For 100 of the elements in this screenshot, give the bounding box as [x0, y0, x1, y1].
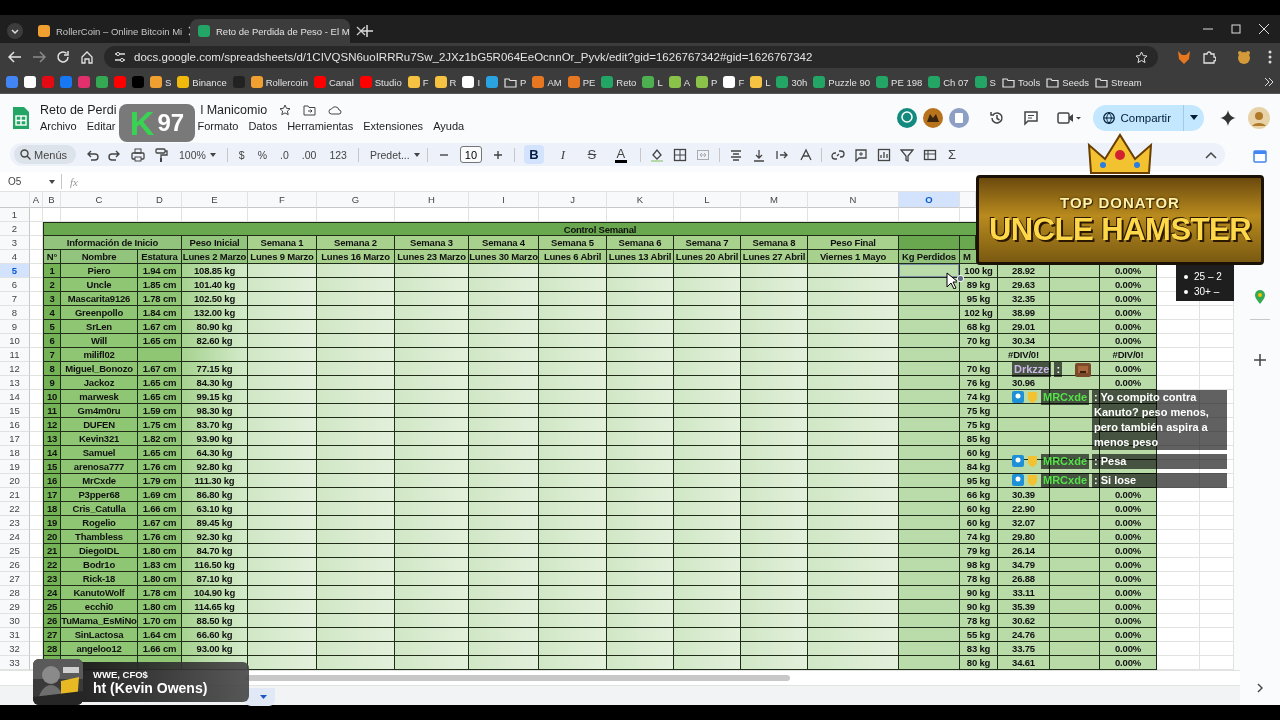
share-button[interactable]: Compartir — [1092, 104, 1204, 131]
map-pin-icon[interactable] — [1254, 289, 1266, 305]
video-camera-icon[interactable] — [1056, 110, 1081, 125]
home-icon[interactable] — [80, 50, 94, 64]
bookmark-link[interactable]: PE 198 — [876, 75, 923, 89]
bookmark-link[interactable]: PE — [567, 75, 596, 89]
text-style-button[interactable]: I — [552, 145, 573, 164]
column-header[interactable]: G — [317, 192, 395, 208]
borders-icon[interactable] — [672, 147, 687, 162]
column-header[interactable]: H — [395, 192, 469, 208]
row-header[interactable]: 18 — [0, 446, 30, 460]
row-header[interactable]: 33 — [0, 656, 30, 670]
bookmark-link[interactable]: I — [462, 75, 481, 89]
favicon-icon[interactable] — [486, 76, 499, 88]
calendar-icon[interactable] — [1253, 149, 1267, 163]
column-header[interactable]: C — [61, 192, 138, 208]
paint-format-icon[interactable] — [154, 147, 168, 162]
row-header[interactable]: 31 — [0, 628, 30, 642]
fox-icon[interactable] — [1176, 49, 1192, 65]
menu-item[interactable]: Ayuda — [433, 120, 465, 132]
folder-icon[interactable] — [303, 104, 317, 116]
row-header[interactable]: 28 — [0, 586, 30, 600]
more-icon[interactable] — [1268, 50, 1272, 64]
row-header[interactable]: 27 — [0, 572, 30, 586]
document-title[interactable]: Reto de Perdi — [40, 103, 117, 117]
column-header[interactable]: F — [248, 192, 317, 208]
row-header[interactable]: 8 — [0, 306, 30, 320]
row-header[interactable]: 6 — [0, 278, 30, 292]
bookmark-link[interactable]: A — [668, 75, 691, 89]
bookmark-link[interactable]: Rollercoin — [250, 75, 308, 89]
column-header[interactable]: N — [808, 192, 899, 208]
row-header[interactable]: 12 — [0, 362, 30, 376]
row-header[interactable]: 3 — [0, 236, 30, 250]
row-header[interactable]: 20 — [0, 474, 30, 488]
favicon-icon[interactable] — [24, 76, 36, 88]
tab-list-icon[interactable] — [6, 21, 24, 41]
row-header[interactable]: 4 — [0, 250, 30, 264]
maximize-icon[interactable] — [1230, 23, 1242, 35]
table-icon[interactable] — [922, 147, 937, 162]
row-header[interactable]: 9 — [0, 320, 30, 334]
vertical-align-icon[interactable] — [751, 147, 766, 162]
row-header[interactable]: 32 — [0, 642, 30, 656]
format-button[interactable]: 123 — [327, 146, 349, 163]
name-box[interactable]: O5 — [0, 174, 62, 189]
plus-icon[interactable] — [1254, 354, 1266, 366]
bookmark-link[interactable]: Ch 07 — [928, 75, 969, 89]
row-header[interactable]: 21 — [0, 488, 30, 502]
row-header[interactable]: 1 — [0, 208, 30, 222]
row-header[interactable]: 19 — [0, 460, 30, 474]
search-field[interactable]: Menús — [14, 145, 76, 164]
menu-item[interactable]: Editar — [86, 120, 116, 132]
menu-item[interactable]: Datos — [248, 120, 278, 132]
bookmark-link[interactable]: L — [750, 75, 771, 89]
bookmark-link[interactable]: 30h — [776, 75, 808, 89]
format-button[interactable]: $ — [236, 146, 247, 163]
align-icon[interactable] — [728, 147, 743, 162]
new-tab-icon[interactable] — [360, 24, 374, 38]
bookmark-link[interactable]: Studio — [359, 75, 402, 89]
column-header[interactable]: D — [138, 192, 182, 208]
zoom-dropdown[interactable]: 100% — [177, 146, 218, 163]
bookmark-link[interactable]: S — [974, 75, 996, 89]
row-header[interactable]: 25 — [0, 544, 30, 558]
row-header[interactable]: 17 — [0, 432, 30, 446]
bookmark-link[interactable]: P — [504, 75, 527, 89]
text-style-button[interactable]: A — [610, 145, 631, 164]
row-header[interactable]: 30 — [0, 614, 30, 628]
text-rotate-icon[interactable] — [797, 147, 812, 162]
bookmark-link[interactable]: R — [434, 75, 457, 89]
bookmark-link[interactable]: Stream — [1095, 75, 1142, 89]
bookmark-link[interactable]: Canal — [313, 75, 354, 89]
column-header[interactable]: O — [899, 192, 960, 208]
row-header[interactable]: 10 — [0, 334, 30, 348]
spreadsheet-icon[interactable] — [12, 105, 30, 130]
puzzle-icon[interactable] — [1202, 50, 1216, 64]
format-button[interactable]: % — [255, 146, 270, 163]
row-header[interactable]: 22 — [0, 502, 30, 516]
column-header[interactable]: A — [30, 192, 43, 208]
forward-icon[interactable] — [32, 50, 46, 64]
row-header[interactable]: 13 — [0, 376, 30, 390]
more-bookmarks-icon[interactable] — [1264, 77, 1274, 87]
text-style-button[interactable]: B — [523, 145, 544, 164]
column-header[interactable]: K — [607, 192, 674, 208]
row-header[interactable]: 2 — [0, 222, 30, 236]
column-header[interactable]: M — [741, 192, 808, 208]
bookmark-link[interactable]: Puzzle 90 — [813, 75, 871, 89]
bookmark-link[interactable]: F — [723, 75, 745, 89]
close-icon[interactable] — [1258, 23, 1270, 35]
functions-button[interactable]: Σ — [945, 145, 958, 164]
column-header[interactable]: L — [674, 192, 741, 208]
column-header[interactable]: E — [182, 192, 248, 208]
row-header[interactable]: 14 — [0, 390, 30, 404]
font-size-field[interactable]: 10 — [459, 146, 482, 163]
selection-handle[interactable] — [957, 275, 964, 282]
column-header[interactable]: I — [469, 192, 539, 208]
cloud-icon[interactable] — [328, 105, 343, 115]
bookmark-link[interactable]: Binance — [177, 75, 227, 89]
menu-item[interactable]: Archivo — [40, 120, 77, 132]
font-dropdown[interactable]: Predet... — [367, 146, 418, 163]
row-header[interactable]: 5 — [0, 264, 30, 278]
row-header[interactable]: 15 — [0, 404, 30, 418]
